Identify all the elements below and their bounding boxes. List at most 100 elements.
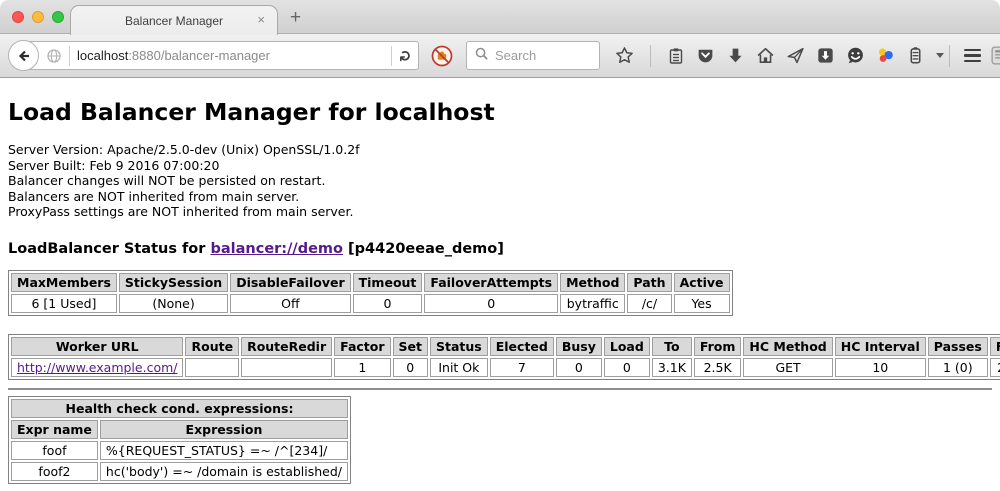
worker-value-cell (241, 358, 332, 377)
back-arrow-icon (16, 48, 32, 64)
balancer-heading-suffix: [p4420eeae_demo] (348, 241, 504, 257)
window-controls (12, 11, 64, 23)
worker-value-cell: 7 (490, 358, 554, 377)
worker-header-cell: RouteRedir (241, 337, 332, 356)
table-row: http://www.example.com/ 1 0 Init Ok 7 0 … (11, 358, 1000, 377)
send-icon[interactable] (786, 46, 805, 65)
url-text[interactable]: localhost:8880/balancer-manager (77, 48, 384, 63)
reading-list-icon[interactable] (667, 47, 685, 65)
expr-name-cell: foof2 (11, 462, 98, 481)
worker-header-cell: To (652, 337, 692, 356)
dropdown-caret-icon[interactable] (936, 53, 944, 58)
worker-header-cell: Status (430, 337, 488, 356)
worker-header-cell: Route (185, 337, 239, 356)
table-row: 6 [1 Used] (None) Off 0 0 bytraffic /c/ … (11, 294, 730, 313)
home-icon[interactable] (756, 46, 775, 65)
table-row: foof2 hc('body') =~ /domain is establish… (11, 462, 348, 481)
tab-bar: Balancer Manager × + (0, 0, 1000, 34)
worker-header-cell: From (694, 337, 742, 356)
chat-smiley-icon[interactable] (846, 46, 865, 65)
battery-extension-icon[interactable] (906, 46, 925, 65)
balancer-header-cell: Method (560, 273, 625, 292)
expression-cell: %{REQUEST_STATUS} =~ /^[234]/ (100, 441, 348, 460)
worker-value-cell: GET (743, 358, 832, 377)
worker-value-cell: 10 (835, 358, 926, 377)
balancer-header-cell: Active (674, 273, 730, 292)
balancer-header-cell: MaxMembers (11, 273, 117, 292)
tab-title: Balancer Manager (125, 14, 223, 28)
server-info-line: ProxyPass settings are NOT inherited fro… (8, 204, 992, 220)
balancer-value-cell: bytraffic (560, 294, 625, 313)
download-icon[interactable] (726, 46, 745, 65)
reload-icon[interactable]: ↻ (397, 49, 415, 62)
server-info-line: Server Built: Feb 9 2016 07:00:20 (8, 158, 992, 174)
menu-icon[interactable] (964, 49, 981, 63)
worker-header-cell: HC Method (743, 337, 832, 356)
worker-value-cell: 0 (604, 358, 650, 377)
close-window-button[interactable] (12, 11, 24, 23)
balancer-demo-link[interactable]: balancer://demo (210, 241, 343, 257)
balancer-value-cell: /c/ (627, 294, 671, 313)
page-title: Load Balancer Manager for localhost (8, 98, 992, 126)
worker-header-cell: Worker URL (11, 337, 183, 356)
table-header-row: Worker URL Route RouteRedir Factor Set S… (11, 337, 1000, 356)
server-info: Server Version: Apache/2.5.0-dev (Unix) … (8, 142, 992, 220)
back-button[interactable] (8, 40, 39, 71)
worker-url-link[interactable]: http://www.example.com/ (17, 360, 177, 375)
balancer-value-cell: Yes (674, 294, 730, 313)
worker-header-cell: Load (604, 337, 650, 356)
zoom-window-button[interactable] (52, 11, 64, 23)
health-check-table: Health check cond. expressions: Expr nam… (8, 396, 351, 484)
plugin-blocked-icon[interactable] (429, 44, 455, 68)
urlbar-separator (69, 46, 70, 66)
new-tab-button[interactable]: + (290, 7, 301, 29)
worker-header-cell: Elected (490, 337, 554, 356)
toolbar-separator (650, 45, 651, 67)
divider (8, 388, 992, 390)
minimize-window-button[interactable] (32, 11, 44, 23)
tab-balancer-manager[interactable]: Balancer Manager × (70, 5, 278, 35)
toolbar-right-group (944, 45, 1000, 67)
page-content: Load Balancer Manager for localhost Serv… (0, 98, 1000, 491)
worker-value-cell: 1 (334, 358, 390, 377)
worker-header-cell: HC Interval (835, 337, 926, 356)
table-header-row: Health check cond. expressions: (11, 399, 348, 418)
worker-value-cell: 0 (393, 358, 428, 377)
table-header-row: MaxMembers StickySession DisableFailover… (11, 273, 730, 292)
search-bar[interactable]: Search (466, 41, 600, 70)
colors-extension-icon[interactable] (876, 46, 895, 65)
expr-name-cell: foof (11, 441, 98, 460)
server-info-line: Server Version: Apache/2.5.0-dev (Unix) … (8, 142, 992, 158)
balancer-header-cell: Path (627, 273, 671, 292)
balancer-status-heading: LoadBalancer Status for balancer://demo … (8, 241, 992, 257)
worker-header-cell: Passes (928, 337, 988, 356)
search-icon (474, 46, 489, 66)
browser-window: Balancer Manager × + localhost:8880/bala… (0, 0, 1000, 491)
table-header-row: Expr name Expression (11, 420, 348, 439)
worker-header-cell: Busy (556, 337, 602, 356)
url-bar[interactable]: localhost:8880/balancer-manager ↻ (23, 41, 419, 70)
worker-value-cell: 0 (556, 358, 602, 377)
bookmark-star-icon[interactable] (615, 46, 634, 65)
urlbar-separator (391, 46, 392, 66)
toolbar-buttons (615, 45, 944, 67)
globe-icon (46, 48, 62, 64)
worker-value-cell (185, 358, 239, 377)
worker-value-cell: 2.5K (694, 358, 742, 377)
worker-url-cell: http://www.example.com/ (11, 358, 183, 377)
health-header-cell: Expr name (11, 420, 98, 439)
health-header-cell: Expression (100, 420, 348, 439)
worker-header-cell: Factor (334, 337, 390, 356)
worker-value-cell: 2 (0) (990, 358, 1000, 377)
tab-close-icon[interactable]: × (257, 12, 265, 28)
worker-table: Worker URL Route RouteRedir Factor Set S… (8, 334, 1000, 380)
balancer-value-cell: Off (230, 294, 350, 313)
balancer-header-cell: FailoverAttempts (424, 273, 558, 292)
extension-download-icon[interactable] (816, 46, 835, 65)
pocket-icon[interactable] (696, 46, 715, 65)
balancer-params-table: MaxMembers StickySession DisableFailover… (8, 270, 733, 316)
balancer-header-cell: Timeout (353, 273, 423, 292)
url-path: :8880/balancer-manager (128, 48, 270, 63)
page-thumbnail-icon[interactable] (990, 45, 1000, 66)
worker-value-cell: 1 (0) (928, 358, 988, 377)
